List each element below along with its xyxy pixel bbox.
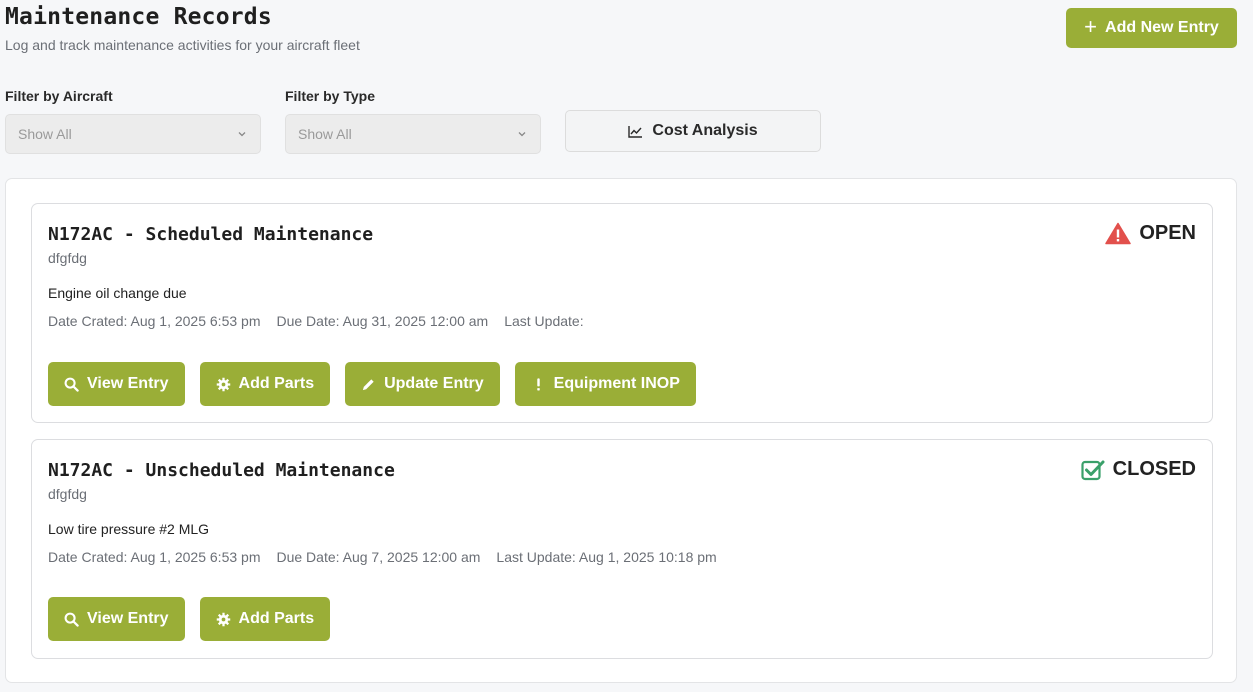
last-update: Last Update: Aug 1, 2025 10:18 pm [496, 549, 717, 565]
search-icon [64, 377, 79, 392]
status-badge: CLOSED [1081, 458, 1196, 481]
equipment-inop-button[interactable]: Equipment INOP [514, 362, 696, 406]
status-badge: OPEN [1105, 222, 1196, 245]
filter-type-select[interactable]: Show All [285, 114, 541, 154]
add-parts-label: Add Parts [238, 375, 315, 392]
filter-aircraft-label: Filter by Aircraft [5, 88, 113, 104]
status-label: CLOSED [1112, 458, 1196, 480]
view-entry-label: View Entry [87, 610, 169, 627]
date-created: Date Crated: Aug 1, 2025 6:53 pm [48, 549, 261, 565]
equipment-inop-label: Equipment INOP [553, 375, 680, 392]
cost-analysis-button[interactable]: Cost Analysis [565, 110, 821, 152]
record-card: N172AC - Unscheduled Maintenance dfgfdg … [31, 439, 1213, 659]
filter-type-value: Show All [298, 126, 352, 142]
record-description: Low tire pressure #2 MLG [48, 521, 210, 537]
view-entry-label: View Entry [87, 375, 169, 392]
chevron-down-icon [518, 132, 526, 137]
view-entry-button[interactable]: View Entry [48, 362, 185, 406]
record-subtitle: dfgfdg [48, 250, 87, 266]
exclamation-icon [536, 377, 540, 390]
add-new-entry-label: Add New Entry [1105, 19, 1219, 36]
add-parts-button[interactable]: Add Parts [199, 597, 331, 641]
filter-aircraft-select[interactable]: Show All [5, 114, 261, 154]
record-meta: Date Crated: Aug 1, 2025 6:53 pm Due Dat… [48, 549, 717, 565]
date-created: Date Crated: Aug 1, 2025 6:53 pm [48, 313, 261, 329]
record-actions: View Entry Add Parts Update Entry Equipm… [48, 362, 696, 406]
search-icon [64, 612, 79, 627]
status-label: OPEN [1139, 222, 1196, 244]
add-new-entry-button[interactable]: + Add New Entry [1066, 8, 1237, 48]
line-chart-icon [628, 125, 643, 138]
record-title: N172AC - Scheduled Maintenance [48, 224, 374, 245]
warning-triangle-icon [1105, 222, 1132, 245]
page-subtitle: Log and track maintenance activities for… [5, 37, 360, 53]
plus-icon: + [1084, 14, 1098, 39]
page-title: Maintenance Records [5, 4, 272, 30]
records-panel: N172AC - Scheduled Maintenance dfgfdg OP… [5, 178, 1237, 683]
add-parts-label: Add Parts [238, 610, 315, 627]
checkbox-check-icon [1081, 460, 1105, 480]
pencil-icon [362, 378, 374, 390]
record-title: N172AC - Unscheduled Maintenance [48, 460, 395, 481]
add-parts-button[interactable]: Add Parts [199, 362, 331, 406]
last-update: Last Update: [504, 313, 584, 329]
gear-icon [216, 612, 230, 626]
filter-aircraft-value: Show All [18, 126, 72, 142]
record-actions: View Entry Add Parts [48, 597, 331, 641]
view-entry-button[interactable]: View Entry [48, 597, 185, 641]
record-card: N172AC - Scheduled Maintenance dfgfdg OP… [31, 203, 1213, 423]
update-entry-label: Update Entry [384, 375, 484, 392]
cost-analysis-label: Cost Analysis [652, 122, 758, 139]
record-meta: Date Crated: Aug 1, 2025 6:53 pm Due Dat… [48, 313, 584, 329]
due-date: Due Date: Aug 31, 2025 12:00 am [276, 313, 489, 329]
gear-icon [216, 377, 230, 391]
record-description: Engine oil change due [48, 285, 187, 301]
due-date: Due Date: Aug 7, 2025 12:00 am [276, 549, 481, 565]
chevron-down-icon [238, 132, 246, 137]
update-entry-button[interactable]: Update Entry [345, 362, 500, 406]
record-subtitle: dfgfdg [48, 486, 87, 502]
filter-type-label: Filter by Type [285, 88, 375, 104]
